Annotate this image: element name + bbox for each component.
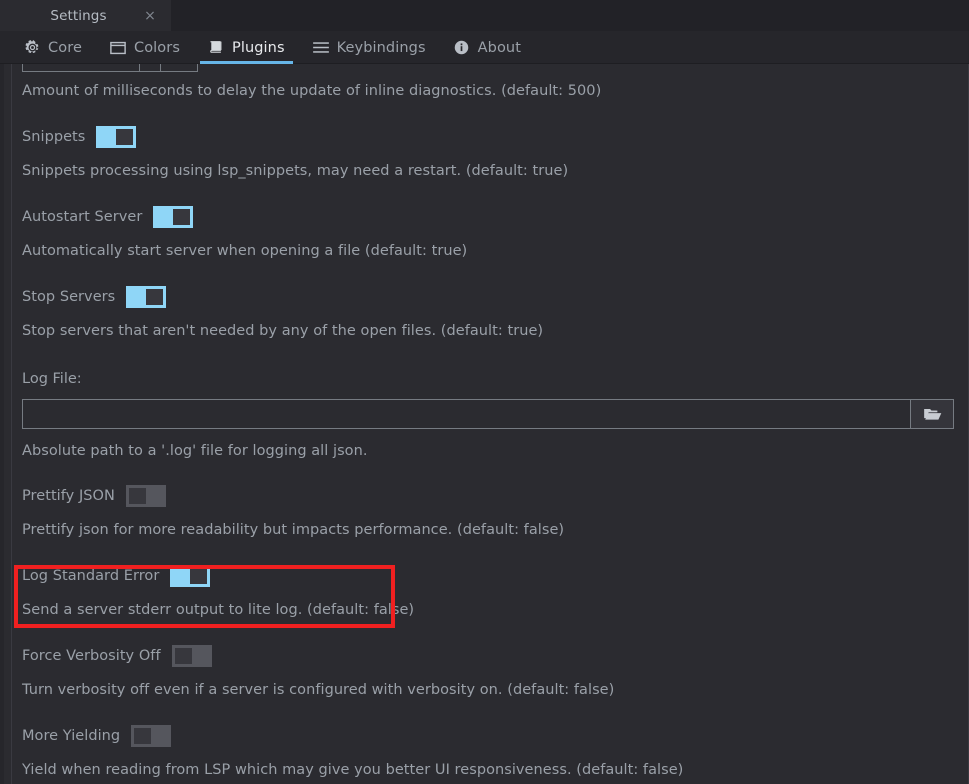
toggle-autostart-server[interactable] (153, 206, 194, 228)
tab-plugins[interactable]: Plugins (194, 31, 299, 64)
settings-window: Settings × Core Colors Plugins Keybindin… (0, 0, 969, 784)
setting-row-autostart-server: Autostart Server (22, 206, 194, 228)
book-icon (208, 40, 224, 56)
list-icon (312, 40, 329, 56)
toggle-prettify-json[interactable] (125, 485, 166, 507)
setting-description-prettify-json: Prettify json for more readability but i… (22, 522, 565, 538)
setting-label-force-verbosity-off: Force Verbosity Off (22, 648, 161, 664)
window-icon (110, 40, 126, 56)
left-gutter (0, 64, 4, 784)
tab-about[interactable]: About (440, 31, 535, 64)
setting-row-snippets: Snippets (22, 126, 137, 148)
tab-core-label: Core (48, 39, 82, 56)
setting-row-more-yielding: More Yielding (22, 725, 172, 747)
setting-label-autostart-server: Autostart Server (22, 209, 143, 225)
settings-tab-strip: Core Colors Plugins Keybindings About (0, 31, 969, 64)
log-file-input[interactable] (22, 399, 910, 429)
info-icon (454, 40, 470, 56)
setting-description-log-standard-error: Send a server stderr output to lite log.… (22, 602, 415, 618)
close-icon[interactable]: × (143, 9, 157, 23)
setting-row-force-verbosity-off: Force Verbosity Off (22, 645, 212, 667)
toggle-more-yielding[interactable] (131, 725, 172, 747)
folder-open-icon (923, 407, 942, 422)
tab-colors-label: Colors (133, 39, 180, 56)
setting-label-prettify-json: Prettify JSON (22, 488, 115, 504)
title-bar-filler (171, 0, 969, 31)
setting-label-log-standard-error: Log Standard Error (22, 568, 160, 584)
toggle-log-standard-error[interactable] (170, 565, 211, 587)
setting-description-log-file: Absolute path to a '.log' file for loggi… (22, 443, 368, 459)
setting-label-more-yielding: More Yielding (22, 728, 121, 744)
setting-description-more-yielding: Yield when reading from LSP which may gi… (22, 762, 684, 778)
log-file-label: Log File: (22, 371, 82, 387)
setting-label-stop-servers: Stop Servers (22, 289, 116, 305)
setting-row-stop-servers: Stop Servers (22, 286, 167, 308)
setting-description-force-verbosity-off: Turn verbosity off even if a server is c… (22, 682, 615, 698)
setting-description-stop-servers: Stop servers that aren't needed by any o… (22, 323, 544, 339)
tab-keybindings[interactable]: Keybindings (299, 31, 440, 64)
tab-core[interactable]: Core (10, 31, 96, 64)
log-file-field (22, 399, 954, 429)
tab-about-label: About (477, 39, 521, 56)
diagnostics-delay-description: Amount of milliseconds to delay the upda… (22, 83, 602, 99)
tab-keybindings-label: Keybindings (336, 39, 426, 56)
setting-label-snippets: Snippets (22, 129, 86, 145)
setting-description-snippets: Snippets processing using lsp_snippets, … (22, 163, 569, 179)
title-bar: Settings × (0, 0, 969, 31)
setting-row-log-standard-error: Log Standard Error (22, 565, 211, 587)
tab-colors[interactable]: Colors (96, 31, 194, 64)
toggle-snippets[interactable] (96, 126, 137, 148)
setting-row-prettify-json: Prettify JSON (22, 485, 166, 507)
diagnostics-delay-stepper[interactable] (160, 64, 198, 72)
settings-content[interactable]: Amount of milliseconds to delay the upda… (0, 64, 969, 784)
setting-description-autostart-server: Automatically start server when opening … (22, 243, 468, 259)
document-tab-title: Settings (50, 7, 107, 24)
document-tab-settings[interactable]: Settings × (0, 0, 171, 31)
toggle-stop-servers[interactable] (126, 286, 167, 308)
toggle-force-verbosity-off[interactable] (171, 645, 212, 667)
tab-plugins-label: Plugins (231, 39, 285, 56)
content-left-divider (11, 64, 12, 784)
gear-icon (24, 40, 40, 56)
log-file-browse-button[interactable] (910, 399, 954, 429)
